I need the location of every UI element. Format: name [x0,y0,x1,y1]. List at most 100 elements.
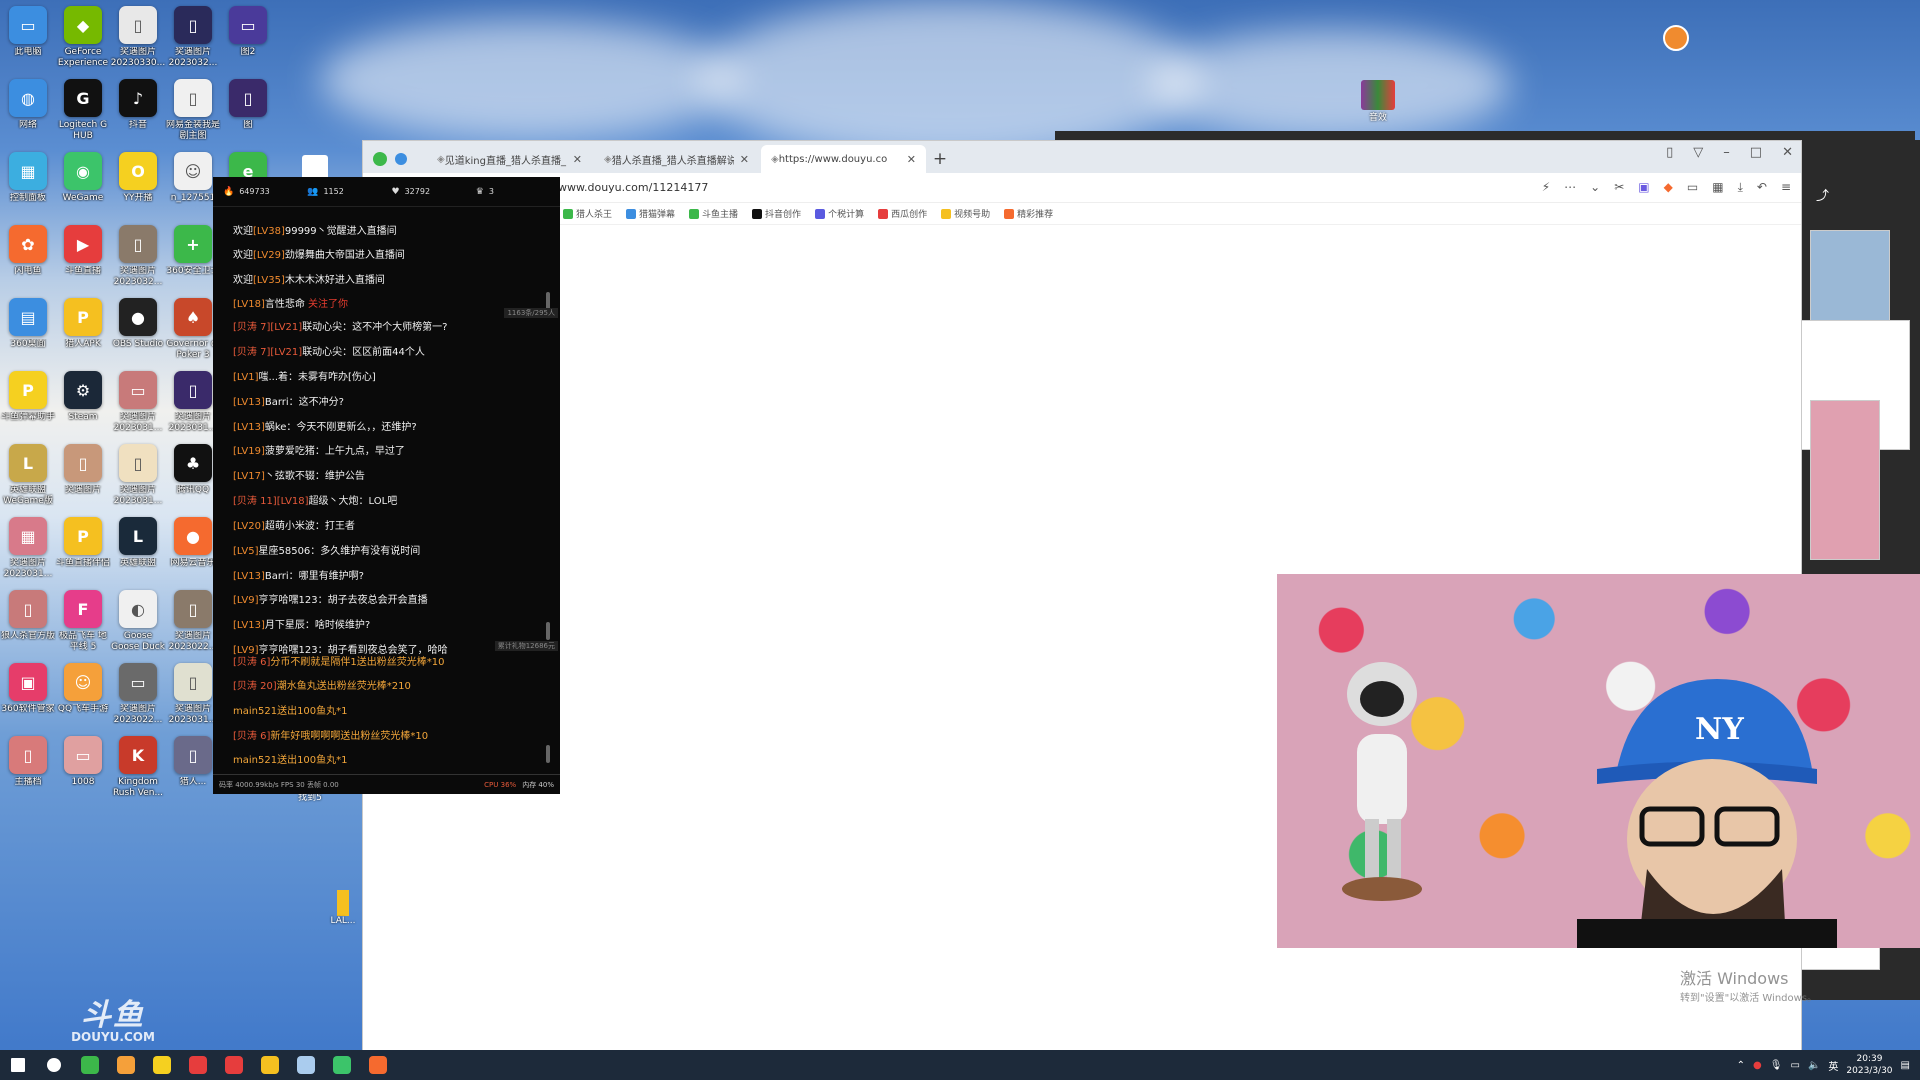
mic-icon[interactable]: 🎙 [1770,1060,1783,1071]
bookmark-item[interactable]: 个税计算 [815,207,864,220]
taskbar-app[interactable] [108,1050,144,1080]
bookmark-item[interactable]: 精彩推荐 [1004,207,1053,220]
desktop-icon[interactable]: ▦ 控制面板 [0,150,56,222]
desktop-icon[interactable]: ▯ 奖遇图片 2023031... [110,442,166,514]
desktop-icon[interactable]: ▣ 360软件管家 [0,661,56,733]
ime-indicator[interactable]: 英 [1828,1058,1838,1073]
desktop-icon-label: 奖遇图片 2023031... [3,558,53,579]
taskbar-app[interactable] [216,1050,252,1080]
undo-icon[interactable]: ↶ [1757,180,1767,195]
desktop-icon-extra3[interactable]: LAL... [328,890,358,926]
desktop-icon[interactable]: ▤ 360桌面 [0,296,56,368]
taskbar-app[interactable] [288,1050,324,1080]
extension2-icon[interactable]: ◆ [1664,180,1673,195]
desktop-icon[interactable]: ☺ QQ飞车手游 [55,661,111,733]
browser-tab[interactable]: ◈ 猎人杀直播_猎人杀直播解说视 ✕ [594,145,759,173]
desktop-icon[interactable]: P 斗鱼弹幕助手 [0,369,56,441]
share-icon[interactable]: ⤴ [1816,185,1829,204]
desktop-icon[interactable]: ♪ 抖音 [110,77,166,149]
bookmark-item[interactable]: 斗鱼主播 [689,207,738,220]
chat-prefix: 欢迎 [233,250,253,261]
desktop-icon[interactable]: P 斗鱼直播伴侣 [55,515,111,587]
desktop-icon[interactable]: ▭ 奖遇图片 2023031... [110,369,166,441]
new-tab-button[interactable]: + [926,145,954,173]
desktop-icon[interactable]: ▦ 奖遇图片 2023031... [0,515,56,587]
taskbar-app[interactable] [252,1050,288,1080]
desktop-icon[interactable]: ▭ 1008 [55,734,111,806]
scissors-icon[interactable]: ✂ [1614,180,1624,195]
desktop-icon-label: YY开播 [123,193,153,203]
chevron-up-icon[interactable]: ⌃ [1737,1060,1745,1071]
stream-status-bar: 码率 4000.99kb/s FPS 30 丢帧 0.00 CPU 36% 内存… [213,774,560,794]
download-icon[interactable]: ⤓ [1738,180,1743,195]
desktop-icon[interactable]: L 英雄联盟 WeGame版 [0,442,56,514]
bookmark-item[interactable]: 猎猫弹幕 [626,207,675,220]
desktop-icon[interactable]: ▭ 此电脑 [0,4,56,76]
desktop-icon[interactable]: ◐ Goose Goose Duck [110,588,166,660]
desktop-icon[interactable]: ▯ 奖遇图片 [55,442,111,514]
desktop-icon[interactable]: ▶ 斗鱼直播 [55,223,111,295]
clock[interactable]: 20:39 2023/3/30 [1846,1053,1892,1077]
bookmark-item[interactable]: 视频号助 [941,207,990,220]
taskbar-apps [0,1050,396,1080]
desktop-icon[interactable]: ● OBS Studio [110,296,166,368]
more-icon[interactable]: ⋯ [1564,180,1576,195]
desktop-icon[interactable]: L 英雄联盟 [110,515,166,587]
tab-close-icon[interactable]: ✕ [907,153,916,166]
taskbar-app[interactable] [72,1050,108,1080]
notification-icon[interactable]: ▤ [1901,1060,1910,1071]
shirt-icon[interactable]: ▽ [1693,145,1703,160]
desktop-icon-rar[interactable]: 音效 [1358,80,1398,123]
taskbar-app[interactable] [180,1050,216,1080]
desktop-icon[interactable]: ▯ 网易金装我是剧主图 [165,77,221,149]
tab-close-icon[interactable]: ✕ [740,153,749,166]
desktop-icon[interactable]: ⚙ Steam [55,369,111,441]
chat-scrollbar-2[interactable] [546,622,550,640]
maximize-icon[interactable]: □ [1750,145,1762,160]
desktop-icon[interactable]: ▯ 主播档 [0,734,56,806]
desktop-icon[interactable]: ▯ 奖遇图片 2023032... [165,4,221,76]
browser-tab[interactable]: ◈ 见道king直播_猎人杀直播_ ✕ [427,145,592,173]
bookmark-item[interactable]: 抖音创作 [752,207,801,220]
desktop-icon[interactable]: ◉ WeGame [55,150,111,222]
desktop-icon[interactable]: ▭ 奖遇图片 2023022... [110,661,166,733]
menu-icon[interactable]: ≡ [1781,180,1791,195]
browser-tab[interactable]: ◈ https://www.douyu.co ✕ [761,145,926,173]
shield-icon[interactable] [395,153,407,165]
desktop-icon[interactable]: F 极品飞车 地平线 5 [55,588,111,660]
url-field[interactable]: www.douyu.com/11214177 [558,181,708,194]
desktop-icon[interactable]: ▯ 狼人杀官方版 [0,588,56,660]
taskbar-app[interactable] [144,1050,180,1080]
desktop-icon[interactable]: ✿ 闪电鱼 [0,223,56,295]
fox-avatar-icon[interactable] [1663,25,1689,51]
grid-icon[interactable]: ▦ [1712,180,1723,195]
desktop-icon[interactable]: ▯ 图 [220,77,276,149]
minimize-icon[interactable]: – [1723,145,1730,160]
lightning-icon[interactable]: ⚡ [1542,180,1550,195]
desktop-icon[interactable]: P 猎人APK [55,296,111,368]
close-icon[interactable]: ✕ [1782,145,1793,160]
desktop-icon[interactable]: ◍ 网络 [0,77,56,149]
taskbar-app[interactable] [0,1050,36,1080]
chevron-down-icon[interactable]: ⌄ [1590,180,1600,195]
desktop-icon[interactable]: O YY开播 [110,150,166,222]
reading-icon[interactable]: ▯ [1666,145,1673,160]
bookmark-item[interactable]: 猎人杀王 [563,207,612,220]
taskbar-app[interactable] [360,1050,396,1080]
gift-scrollbar[interactable] [546,745,550,763]
desktop-icon[interactable]: ◆ GeForce Experience [55,4,111,76]
volume-icon[interactable]: 🔈 [1808,1060,1820,1071]
desktop-icon[interactable]: G Logitech G HUB [55,77,111,149]
network-icon[interactable]: ▭ [1790,1060,1799,1071]
taskbar-app[interactable] [36,1050,72,1080]
bookmark-item[interactable]: 西瓜创作 [878,207,927,220]
tab-close-icon[interactable]: ✕ [573,153,582,166]
desktop-icon[interactable]: ▯ 奖遇图片 20230330... [110,4,166,76]
desktop-icon[interactable]: ▯ 奖遇图片 2023032... [110,223,166,295]
desktop-icon[interactable]: ▭ 图2 [220,4,276,76]
extension-icon[interactable]: ▣ [1638,180,1649,195]
taskbar-app[interactable] [324,1050,360,1080]
window-icon[interactable]: ▭ [1687,180,1698,195]
netease-tray-icon[interactable]: ● [1753,1060,1762,1071]
desktop-icon[interactable]: K Kingdom Rush Ven... [110,734,166,806]
